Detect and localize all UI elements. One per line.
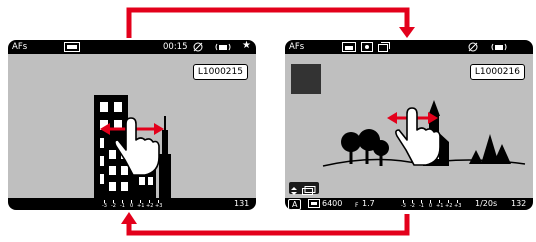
top-status-bar: AFs 00:15 ★ xyxy=(8,40,256,54)
swipe-gesture-icon xyxy=(387,107,441,166)
exposure-scale-tick: +2 xyxy=(146,203,154,209)
aperture-value: 1.7 xyxy=(362,199,375,208)
exposure-scale-tick: -3 xyxy=(401,203,406,209)
recording-time: 00:15 xyxy=(163,42,188,52)
favorite-star-icon[interactable]: ★ xyxy=(242,41,251,51)
shutter-speed: 1/20s xyxy=(475,199,498,208)
exposure-scale-tick: +1 xyxy=(137,203,145,209)
exposure-scale-tick: -2 xyxy=(410,203,415,209)
exposure-mode-label: A xyxy=(288,199,302,210)
playback-screen-left[interactable]: AFs 00:15 ★ L1000215 -3 -2 -1 0 +1 +2 +3… xyxy=(8,40,256,210)
swipe-gesture-icon xyxy=(100,117,164,176)
scroll-control[interactable] xyxy=(289,182,319,195)
exposure-scale-tick: +1 xyxy=(436,203,444,209)
forward-arrow xyxy=(126,7,410,38)
exposure-scale-tick: -1 xyxy=(419,203,424,209)
exposure-scale-tick: -2 xyxy=(111,203,116,209)
exposure-scale-tick: +3 xyxy=(454,203,462,209)
iso-value: 6400 xyxy=(322,199,343,208)
playback-screen-right[interactable]: AFs L1000216 A 6400 F 1.7 -3 -2 -1 0 +1 … xyxy=(285,40,533,210)
af-mode-label: AFs xyxy=(289,42,305,52)
bottom-status-bar: -3 -2 -1 0 +1 +2 +3 131 xyxy=(8,198,256,210)
exposure-scale: -3 -2 -1 0 +1 +2 +3 xyxy=(401,199,465,209)
viewfinder-image[interactable]: L1000215 xyxy=(8,54,256,198)
exposure-scale-tick: +2 xyxy=(445,203,453,209)
frame-count: 132 xyxy=(511,199,527,208)
exposure-scale-tick: -3 xyxy=(102,203,107,209)
back-arrow xyxy=(126,214,410,236)
exposure-scale-tick: +3 xyxy=(155,203,163,209)
exposure-scale-tick: 0 xyxy=(429,203,433,209)
back-arrowhead xyxy=(121,212,137,224)
exposure-scale: -3 -2 -1 0 +1 +2 +3 xyxy=(102,199,166,209)
iso-icon xyxy=(308,199,320,210)
exposure-scale-tick: -1 xyxy=(120,203,125,209)
exposure-scale-tick: 0 xyxy=(130,203,134,209)
af-mode-label: AFs xyxy=(12,42,28,52)
forward-arrowhead xyxy=(399,27,415,38)
aperture-prefix: F xyxy=(355,202,359,209)
top-status-bar: AFs xyxy=(285,40,533,54)
bottom-status-bar: A 6400 F 1.7 -3 -2 -1 0 +1 +2 +3 1/20s 1… xyxy=(285,198,533,210)
frame-count: 131 xyxy=(234,199,250,208)
viewfinder-image[interactable]: L1000216 xyxy=(285,54,533,198)
